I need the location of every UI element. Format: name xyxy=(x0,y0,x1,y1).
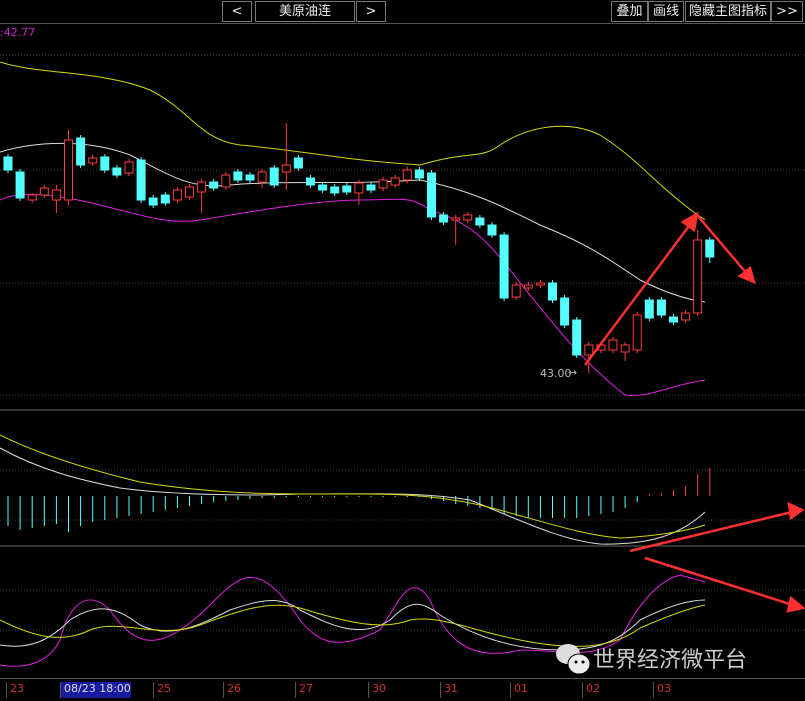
candle xyxy=(318,184,328,191)
price-chart xyxy=(0,54,805,667)
candle xyxy=(281,164,291,173)
low-price-marker: 43.00 xyxy=(540,367,572,380)
time-tick: 02 xyxy=(582,682,600,698)
bollinger-upper-line xyxy=(0,61,706,221)
candle xyxy=(560,297,570,326)
candle xyxy=(366,184,376,191)
watermark: 世界经济微平台 xyxy=(553,640,747,676)
candle xyxy=(39,187,49,196)
candle xyxy=(88,157,98,164)
candle xyxy=(124,161,134,174)
candle xyxy=(233,171,243,181)
candle xyxy=(681,312,691,321)
candle xyxy=(511,284,521,298)
candle xyxy=(172,189,182,201)
candle xyxy=(463,214,473,221)
candle xyxy=(487,224,497,236)
candle xyxy=(475,217,485,226)
time-tick: 01 xyxy=(510,682,528,698)
candle xyxy=(620,344,630,353)
candle xyxy=(269,167,279,186)
candle xyxy=(705,239,715,258)
time-tick: 31 xyxy=(440,682,458,698)
candle xyxy=(306,177,315,186)
candle xyxy=(427,172,436,218)
gridlines xyxy=(0,54,805,631)
candle xyxy=(136,159,146,201)
candle xyxy=(584,344,594,356)
time-axis: 23 08/23 18:00 25 26 27 30 31 01 02 03 xyxy=(0,678,805,701)
candle xyxy=(523,284,533,289)
candle xyxy=(378,179,388,189)
macd-dif-line xyxy=(0,447,706,545)
arrow-icon: → xyxy=(568,366,578,379)
candle xyxy=(3,156,13,171)
bollinger-lower-line xyxy=(0,194,706,396)
candle xyxy=(209,181,219,189)
candle xyxy=(51,189,61,201)
candle xyxy=(669,316,678,323)
candle xyxy=(293,157,303,169)
watermark-text: 世界经济微平台 xyxy=(593,648,748,673)
candle xyxy=(342,185,352,193)
time-tick: 25 xyxy=(153,682,171,698)
candle xyxy=(112,167,122,176)
wechat-icon xyxy=(556,644,591,675)
macd-dea-line xyxy=(0,434,706,539)
candle xyxy=(221,174,231,188)
candle xyxy=(76,137,86,166)
candle xyxy=(330,186,340,194)
candle xyxy=(354,182,364,194)
candle xyxy=(64,139,73,201)
candle xyxy=(572,319,582,356)
candle xyxy=(390,177,400,186)
candle xyxy=(15,171,25,199)
candle xyxy=(439,214,449,223)
candle xyxy=(245,174,255,181)
time-tick: 03 xyxy=(653,682,671,698)
candle xyxy=(100,156,110,171)
candle xyxy=(160,194,170,204)
candle xyxy=(499,234,509,299)
candle xyxy=(148,197,158,206)
macd-histogram xyxy=(7,468,711,532)
candle xyxy=(656,299,666,316)
time-tick[interactable]: 08/23 18:00 xyxy=(60,682,131,698)
candle xyxy=(402,169,412,181)
time-tick: 30 xyxy=(368,682,386,698)
candle xyxy=(632,314,642,351)
candle xyxy=(693,239,703,314)
candle xyxy=(414,169,424,179)
time-tick: 26 xyxy=(223,682,241,698)
candle xyxy=(451,217,461,221)
candle xyxy=(185,186,194,198)
time-tick: 23 xyxy=(6,682,24,698)
candle xyxy=(535,282,545,286)
candle xyxy=(27,194,37,201)
candle xyxy=(644,299,654,319)
candle xyxy=(257,171,267,183)
candle xyxy=(548,282,557,301)
candle xyxy=(608,339,618,351)
candle xyxy=(197,181,207,193)
time-tick: 27 xyxy=(295,682,313,698)
